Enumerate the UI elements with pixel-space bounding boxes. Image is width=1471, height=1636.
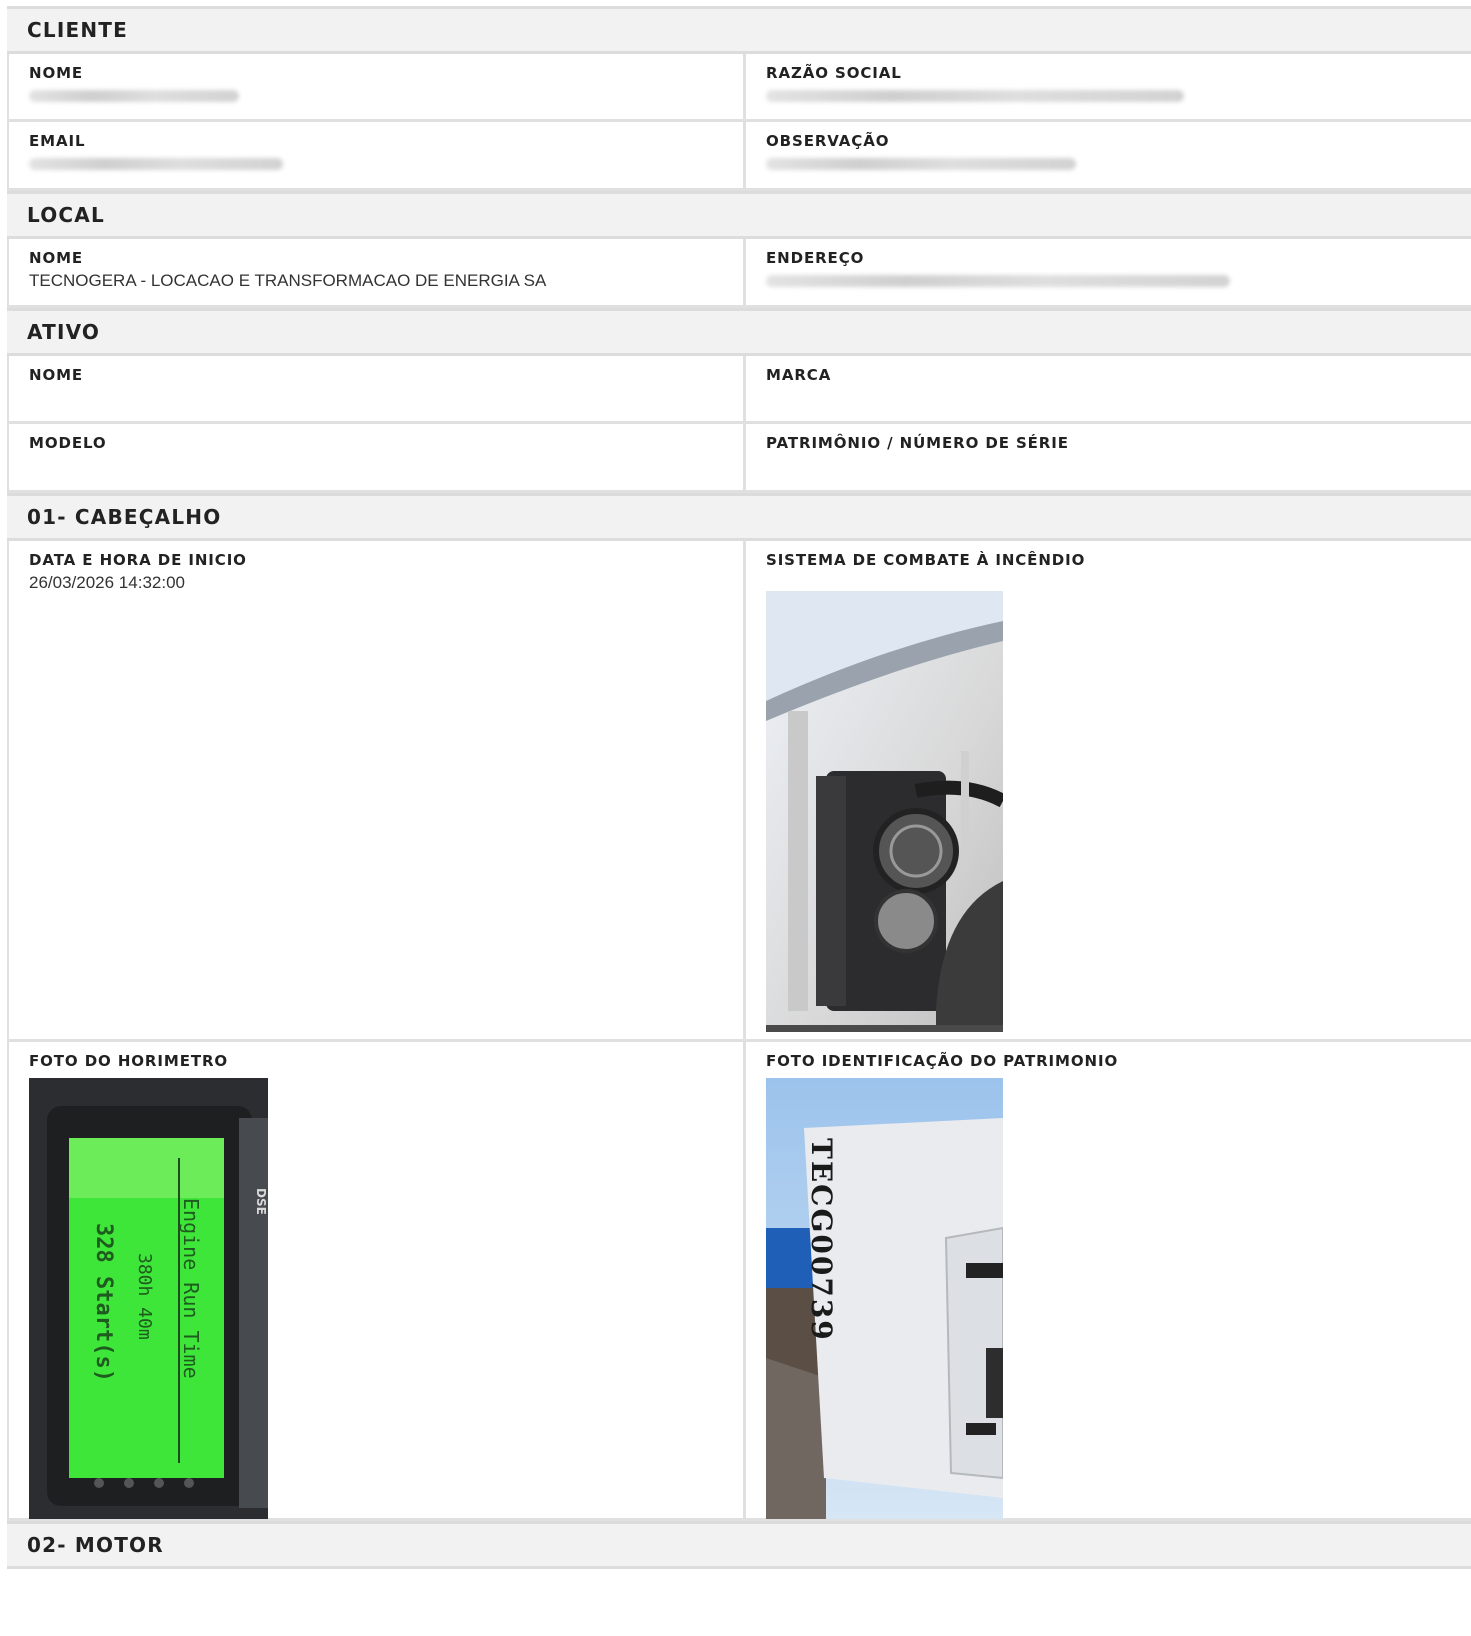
redacted-value	[766, 275, 1230, 287]
section-cabecalho-header: 01- CABEÇALHO	[7, 493, 1471, 541]
ativo-row-2: MODELO PATRIMÔNIO / NÚMERO DE SÉRIE	[7, 424, 1471, 493]
incendio-photo[interactable]	[766, 591, 1451, 1032]
field-label: MARCA	[766, 366, 832, 384]
section-ativo-header: ATIVO	[7, 308, 1471, 356]
ativo-patrimonio-field: PATRIMÔNIO / NÚMERO DE SÉRIE	[743, 424, 1471, 490]
section-title: 02- MOTOR	[27, 1533, 164, 1557]
ativo-row-1: NOME MARCA	[7, 356, 1471, 424]
field-label: FOTO IDENTIFICAÇÃO DO PATRIMONIO	[766, 1052, 1119, 1070]
patrimonio-photo[interactable]: TECG00739	[766, 1078, 1451, 1519]
redacted-value	[29, 158, 283, 170]
cliente-observacao-field: OBSERVAÇÃO	[743, 122, 1471, 188]
patrimonio-foto-field: FOTO IDENTIFICAÇÃO DO PATRIMONIO TECG007…	[743, 1042, 1471, 1519]
field-value: 26/03/2026 14:32:00	[29, 573, 185, 592]
cabecalho-row-1: DATA E HORA DE INICIO 26/03/2026 14:32:0…	[7, 541, 1471, 1042]
local-endereco-field: ENDEREÇO	[743, 239, 1471, 305]
section-title: CLIENTE	[27, 18, 128, 42]
section-title: LOCAL	[27, 203, 105, 227]
field-label: OBSERVAÇÃO	[766, 132, 890, 150]
field-label: NOME	[29, 366, 84, 384]
cliente-razao-field: RAZÃO SOCIAL	[743, 54, 1471, 119]
field-label: ENDEREÇO	[766, 249, 865, 267]
horimetro-field: FOTO DO HORIMETRO Engine Run Time 380h 4…	[9, 1042, 743, 1519]
section-title: 01- CABEÇALHO	[27, 505, 222, 529]
field-label: NOME	[29, 249, 84, 267]
field-label: FOTO DO HORIMETRO	[29, 1052, 229, 1070]
section-local-header: LOCAL	[7, 191, 1471, 239]
dse-logo: DSE	[254, 1188, 268, 1215]
section-motor-header: 02- MOTOR	[7, 1521, 1471, 1569]
field-label: RAZÃO SOCIAL	[766, 64, 902, 82]
ativo-nome-field: NOME	[9, 356, 743, 421]
patrimonio-stencil: TECG00739	[805, 1138, 838, 1342]
hour-meter-display-image: Engine Run Time 380h 40m 328 Start(s) DS…	[29, 1078, 268, 1519]
ativo-modelo-field: MODELO	[9, 424, 743, 490]
horimetro-photo[interactable]: Engine Run Time 380h 40m 328 Start(s) DS…	[29, 1078, 723, 1519]
generator-id-image: TECG00739	[766, 1078, 1003, 1519]
ativo-marca-field: MARCA	[743, 356, 1471, 421]
lcd-line-1: Engine Run Time	[179, 1198, 203, 1379]
field-label: MODELO	[29, 434, 107, 452]
section-title: ATIVO	[27, 320, 101, 344]
section-cliente-header: CLIENTE	[7, 6, 1471, 54]
redacted-value	[766, 158, 1076, 170]
field-value: TECNOGERA - LOCACAO E TRANSFORMACAO DE E…	[29, 271, 547, 290]
field-label: DATA E HORA DE INICIO	[29, 551, 247, 569]
data-inicio-field: DATA E HORA DE INICIO 26/03/2026 14:32:0…	[9, 541, 743, 1039]
redacted-value	[766, 90, 1184, 102]
incendio-field: SISTEMA DE COMBATE À INCÊNDIO	[743, 541, 1471, 1039]
field-label: SISTEMA DE COMBATE À INCÊNDIO	[766, 551, 1086, 569]
cliente-row-2: EMAIL OBSERVAÇÃO	[7, 122, 1471, 191]
lcd-line-2: 380h 40m	[134, 1253, 155, 1340]
cliente-email-field: EMAIL	[9, 122, 743, 188]
local-row-1: NOME TECNOGERA - LOCACAO E TRANSFORMACAO…	[7, 239, 1471, 308]
cliente-row-1: NOME RAZÃO SOCIAL	[7, 54, 1471, 122]
report: CLIENTE NOME RAZÃO SOCIAL EMAIL OBSERVAÇ…	[7, 6, 1471, 1569]
field-label: NOME	[29, 64, 84, 82]
redacted-value	[29, 90, 239, 102]
field-label: PATRIMÔNIO / NÚMERO DE SÉRIE	[766, 434, 1069, 452]
field-label: EMAIL	[29, 132, 86, 150]
engine-compartment-image	[766, 591, 1003, 1032]
local-nome-field: NOME TECNOGERA - LOCACAO E TRANSFORMACAO…	[9, 239, 743, 305]
lcd-line-3: 328 Start(s)	[91, 1223, 116, 1382]
cabecalho-row-2: FOTO DO HORIMETRO Engine Run Time 380h 4…	[7, 1042, 1471, 1521]
cliente-nome-field: NOME	[9, 54, 743, 119]
